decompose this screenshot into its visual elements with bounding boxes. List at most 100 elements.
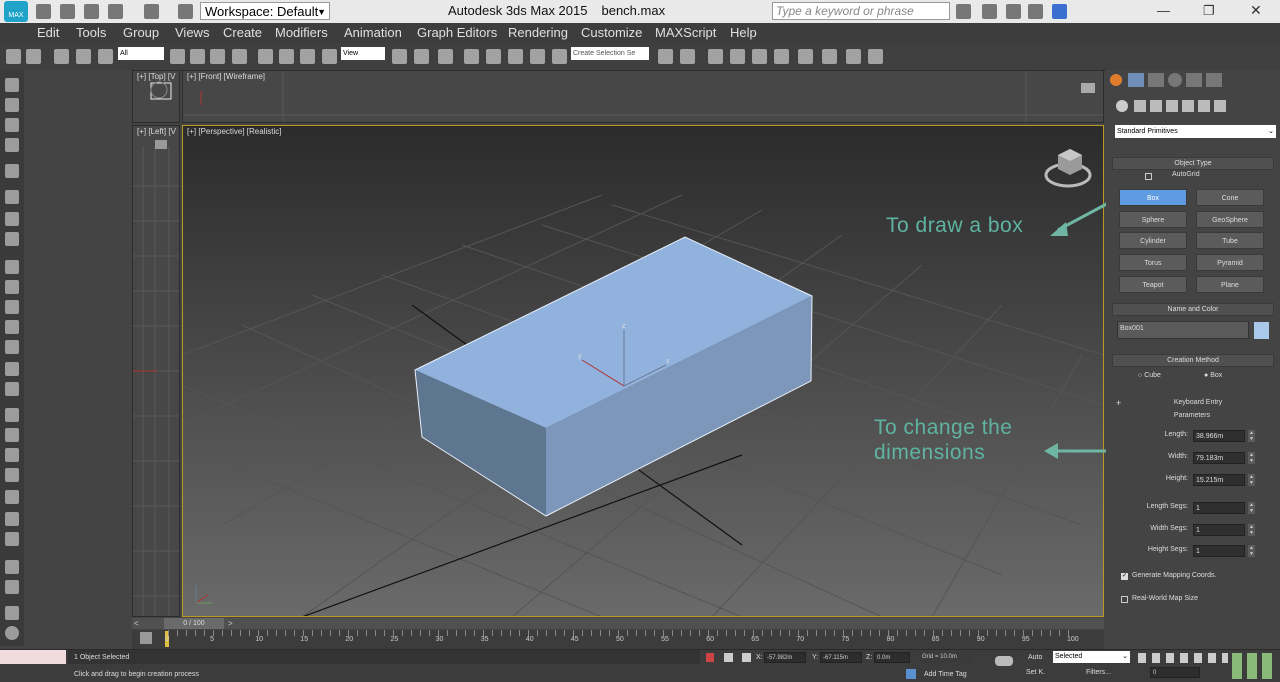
- toggle-ribbon-icon[interactable]: [730, 49, 745, 64]
- layers-icon[interactable]: [5, 138, 19, 152]
- y-coord-input[interactable]: -67.115m: [820, 652, 862, 663]
- search-input[interactable]: Type a keyword or phrase: [772, 2, 950, 20]
- auto-key-button[interactable]: Auto: [1028, 654, 1042, 661]
- schematic-view-icon[interactable]: [774, 49, 789, 64]
- height-segs-spinner[interactable]: ▲ ▼: [1248, 545, 1255, 557]
- systems-icon[interactable]: [5, 232, 19, 246]
- creation-method-rollout[interactable]: Creation Method: [1112, 354, 1274, 367]
- keyboard-entry-expand-icon[interactable]: +: [1116, 398, 1121, 408]
- menu-maxscript[interactable]: MAXScript: [655, 25, 716, 40]
- object-name-input[interactable]: Box001: [1117, 321, 1249, 339]
- current-frame-input[interactable]: 0: [1150, 667, 1200, 678]
- help-icon[interactable]: [5, 626, 19, 640]
- primitive-category-dropdown[interactable]: Standard Primitives ⌄: [1115, 125, 1276, 138]
- layer-explorer-icon[interactable]: [708, 49, 723, 64]
- real-world-map-checkbox[interactable]: [1121, 596, 1128, 603]
- user-icon[interactable]: [1006, 4, 1021, 19]
- lights-icon[interactable]: [5, 164, 19, 178]
- selection-region-icon[interactable]: [210, 49, 225, 64]
- viewport-left[interactable]: [+] [Left] [V: [132, 125, 180, 617]
- menu-customize[interactable]: Customize: [581, 25, 642, 40]
- geometry-category-icon[interactable]: [1116, 100, 1128, 112]
- exchange-icon[interactable]: [1052, 4, 1067, 19]
- curve-editor-icon[interactable]: [752, 49, 767, 64]
- time-slider-thumb[interactable]: 0 / 100: [164, 618, 224, 629]
- open-file-icon[interactable]: [60, 4, 75, 19]
- teapot-button[interactable]: Teapot: [1119, 276, 1187, 293]
- selection-filter-dropdown[interactable]: All: [118, 47, 164, 60]
- filters-button[interactable]: Filters...: [1086, 669, 1111, 676]
- character-icon[interactable]: [5, 490, 19, 504]
- undo-icon[interactable]: [108, 4, 123, 19]
- rendered-frame-icon[interactable]: [846, 49, 861, 64]
- helpers-category-icon[interactable]: [1182, 100, 1194, 112]
- spinner-snap-icon[interactable]: [530, 49, 545, 64]
- unlink-icon[interactable]: [76, 49, 91, 64]
- shapes-icon[interactable]: [5, 260, 19, 274]
- autogrid-checkbox[interactable]: [1145, 173, 1152, 180]
- lock-selection-icon[interactable]: [724, 653, 733, 662]
- cylinder-button[interactable]: Cylinder: [1119, 232, 1187, 249]
- project-folder-icon[interactable]: [178, 4, 193, 19]
- list-icon[interactable]: [5, 118, 19, 132]
- menu-animation[interactable]: Animation: [344, 25, 402, 40]
- sphere-icon[interactable]: [5, 300, 19, 314]
- particle-icon[interactable]: [5, 408, 19, 422]
- hierarchy-tab-icon[interactable]: [1148, 73, 1164, 87]
- tools-icon[interactable]: [982, 4, 997, 19]
- z-coord-input[interactable]: 0.0m: [874, 652, 910, 663]
- name-and-color-rollout[interactable]: Name and Color: [1112, 303, 1274, 316]
- move-icon[interactable]: [258, 49, 273, 64]
- height-input[interactable]: 15.215m: [1193, 474, 1245, 486]
- geosphere-button[interactable]: GeoSphere: [1196, 211, 1264, 228]
- isolate-icon[interactable]: [706, 653, 714, 662]
- pivot-center-icon[interactable]: [392, 49, 407, 64]
- mini-curve-editor-icon[interactable]: [140, 632, 152, 644]
- binoculars-icon[interactable]: [956, 4, 971, 19]
- space-warps-category-icon[interactable]: [1198, 100, 1210, 112]
- mirror-icon[interactable]: [658, 49, 673, 64]
- time-slider[interactable]: [132, 618, 1104, 629]
- render-production-icon[interactable]: [868, 49, 883, 64]
- menu-tools[interactable]: Tools: [76, 25, 106, 40]
- time-slider-next-icon[interactable]: >: [228, 619, 233, 628]
- light-bulb-icon[interactable]: [5, 382, 19, 396]
- motion-tab-icon[interactable]: [1168, 73, 1182, 87]
- sphere-button[interactable]: Sphere: [1119, 211, 1187, 228]
- undo-toolbar-icon[interactable]: [6, 49, 21, 64]
- select-manipulate-icon[interactable]: [414, 49, 429, 64]
- teapot-small-icon[interactable]: [5, 320, 19, 334]
- viewport-perspective[interactable]: [+] [Perspective] [Realistic] z y x: [182, 125, 1104, 617]
- menu-help[interactable]: Help: [730, 25, 757, 40]
- geometry-icon[interactable]: [5, 280, 19, 294]
- x-coord-input[interactable]: -57.982m: [764, 652, 806, 663]
- material-editor-icon[interactable]: [798, 49, 813, 64]
- length-input[interactable]: 38.966m: [1193, 430, 1245, 442]
- width-input[interactable]: 79.183m: [1193, 452, 1245, 464]
- add-time-tag[interactable]: Add Time Tag: [924, 671, 967, 678]
- viewcube-icon[interactable]: [1044, 149, 1092, 188]
- width-segs-spinner[interactable]: ▲ ▼: [1248, 524, 1255, 536]
- lights-category-icon[interactable]: [1150, 100, 1162, 112]
- torus-button[interactable]: Torus: [1119, 254, 1187, 271]
- creation-box-radio[interactable]: ● Box: [1204, 372, 1222, 379]
- add-time-tag-icon[interactable]: [906, 669, 916, 679]
- select-by-name-icon[interactable]: [190, 49, 205, 64]
- sound-icon[interactable]: [5, 532, 19, 546]
- menu-graph-editors[interactable]: Graph Editors: [417, 25, 497, 40]
- object-color-swatch[interactable]: [1254, 322, 1269, 339]
- plane-button[interactable]: Plane: [1196, 276, 1264, 293]
- cone-button[interactable]: Cone: [1196, 189, 1264, 206]
- menu-edit[interactable]: Edit: [37, 25, 59, 40]
- placement-icon[interactable]: [322, 49, 337, 64]
- parameters-rollout[interactable]: Parameters: [1112, 410, 1272, 421]
- modify-tab-icon[interactable]: [1128, 73, 1144, 87]
- redo-toolbar-icon[interactable]: [26, 49, 41, 64]
- menu-modifiers[interactable]: Modifiers: [275, 25, 328, 40]
- close-icon[interactable]: ✕: [1250, 2, 1262, 19]
- app-logo-icon[interactable]: MAX: [4, 1, 28, 22]
- generate-mapping-checkbox[interactable]: ✓: [1121, 573, 1128, 580]
- length-spinner[interactable]: ▲ ▼: [1248, 430, 1255, 442]
- bind-space-warp-icon[interactable]: [98, 49, 113, 64]
- link-icon[interactable]: [54, 49, 69, 64]
